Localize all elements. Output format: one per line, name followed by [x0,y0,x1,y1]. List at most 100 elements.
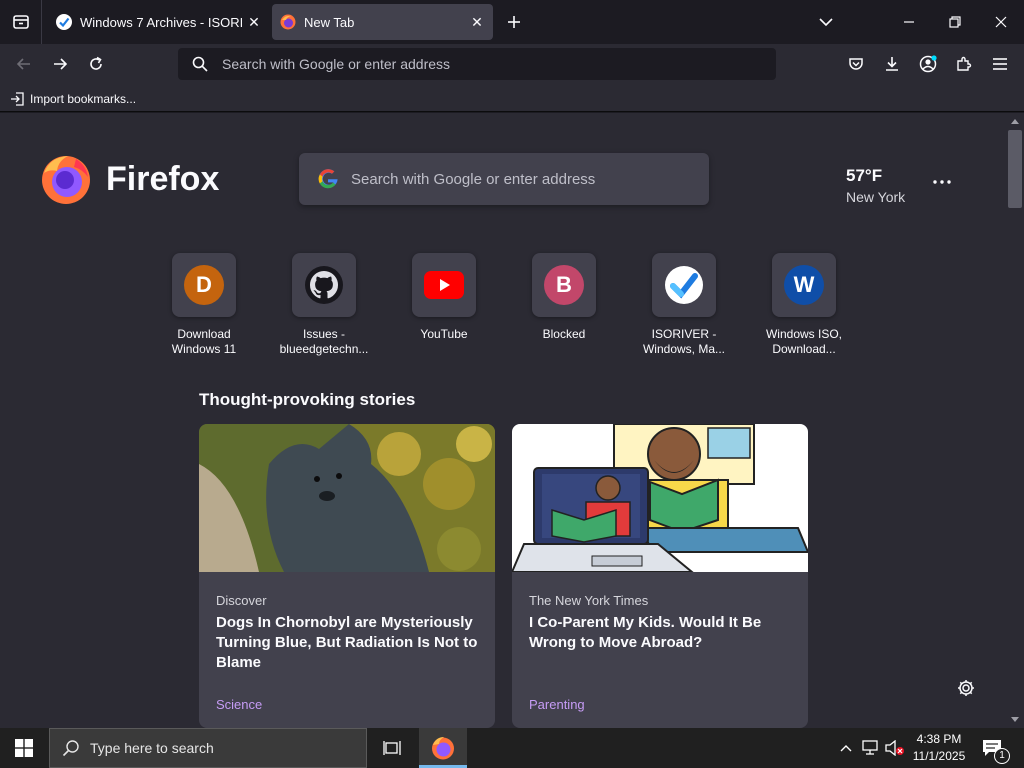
close-tab-icon[interactable]: ✕ [242,14,266,31]
shortcut-tile[interactable] [652,253,716,317]
download-icon [886,57,898,71]
tab-new-tab[interactable]: New Tab ✕ [272,4,493,40]
shortcut-tile[interactable]: W [772,253,836,317]
chevron-down-icon [1011,717,1019,722]
firefox-wordmark: Firefox [106,160,220,198]
url-bar[interactable] [178,48,776,80]
taskbar-search-placeholder: Type here to search [90,740,214,756]
restore-button[interactable] [932,0,978,44]
taskbar-firefox-button[interactable] [419,728,467,768]
network-icon [862,740,878,755]
tab-title: New Tab [304,14,355,30]
pocket-button[interactable] [840,48,872,80]
scroll-down-button[interactable] [1008,714,1022,726]
downloads-button[interactable] [876,48,908,80]
shortcut-tile[interactable]: B [532,253,596,317]
account-icon [919,55,937,73]
close-window-button[interactable] [978,0,1024,44]
firefox-favicon-icon [280,14,296,30]
story-category[interactable]: Parenting [529,697,585,712]
arrow-right-icon [54,58,68,70]
account-button[interactable] [912,48,944,80]
github-icon [305,266,343,304]
story-source: The New York Times [529,593,649,608]
list-all-tabs-button[interactable] [812,8,840,36]
firefox-icon [432,737,454,760]
chevron-up-icon [840,745,852,752]
weather-menu-button[interactable] [930,172,954,192]
letter-d-icon: D [184,265,224,305]
shortcut-label: ISORIVER - Windows, Ma... [642,327,726,356]
shortcut-tile[interactable] [412,253,476,317]
extensions-button[interactable] [948,48,980,80]
forward-button[interactable] [44,48,76,80]
story-image-illustration [512,424,808,572]
minimize-icon [904,21,914,23]
taskbar-clock[interactable]: 4:38 PM 11/1/2025 [906,731,972,765]
scroll-up-button[interactable] [1008,115,1022,127]
tab-isoriver[interactable]: Windows 7 Archives - ISORIVER ✕ [48,4,266,40]
arrow-left-icon [16,58,30,70]
close-tab-icon[interactable]: ✕ [465,14,489,31]
close-icon [995,16,1007,28]
story-image-dogs [199,424,495,572]
tab-title: Windows 7 Archives - ISORIVER [80,14,242,30]
firefox-view-icon [12,15,29,29]
network-button[interactable] [860,738,882,758]
shortcut-label: Issues - blueedgetechn... [279,327,369,356]
import-bookmarks-label: Import bookmarks... [30,92,137,106]
personalize-button[interactable] [954,676,978,700]
notifications-button[interactable]: 1 [978,728,1018,768]
search-icon [62,740,79,757]
bookmarks-toolbar [0,84,1024,112]
url-input[interactable] [222,48,762,80]
shortcut-label: Windows ISO, Download... [765,327,843,356]
shortcut-tile[interactable]: D [172,253,236,317]
app-menu-button[interactable] [984,48,1016,80]
reload-button[interactable] [80,48,112,80]
more-dots-icon [933,180,951,184]
stories-heading: Thought-provoking stories [199,390,416,409]
minimize-button[interactable] [886,0,932,44]
story-source: Discover [216,593,267,608]
newtab-search-input[interactable] [351,153,691,205]
newtab-search-box[interactable] [299,153,709,205]
search-icon [192,56,208,72]
start-button[interactable] [0,728,48,768]
weather-location[interactable]: New York [846,189,905,205]
story-title[interactable]: Dogs In Chornobyl are Mysteriously Turni… [216,613,478,673]
import-icon [11,92,24,106]
plus-icon [508,16,520,28]
shortcut-label: YouTube [420,327,468,341]
shortcut-label: Blocked [542,327,586,341]
gear-icon [958,680,974,696]
isoriver-icon [665,266,703,304]
show-hidden-icons-button[interactable] [836,738,856,758]
task-view-button[interactable] [370,728,416,768]
new-tab-page [0,113,1006,728]
clock-time: 4:38 PM [916,732,962,746]
letter-w-icon: W [784,265,824,305]
firefox-view-button[interactable] [0,0,42,44]
firefox-logo-icon [42,156,90,204]
story-card-chornobyl-dogs[interactable]: Discover Dogs In Chornobyl are Mysteriou… [199,424,495,728]
volume-button[interactable] [884,738,906,758]
notification-count-badge: 1 [994,748,1010,764]
taskbar-search-box[interactable]: Type here to search [49,728,367,768]
back-button[interactable] [8,48,40,80]
scrollbar-thumb[interactable] [1008,130,1022,208]
clock-date: 11/1/2025 [912,749,966,763]
chevron-up-icon [1011,119,1019,124]
story-card-co-parent[interactable]: The New York Times I Co-Parent My Kids. … [512,424,808,728]
weather-temperature[interactable]: 57°F [846,166,882,186]
import-bookmarks-button[interactable]: Import bookmarks... [10,90,136,108]
shortcut-tile[interactable] [292,253,356,317]
story-title[interactable]: I Co-Parent My Kids. Would It Be Wrong t… [529,613,791,653]
reload-icon [90,56,102,70]
isoriver-favicon-icon [56,14,72,30]
new-tab-button[interactable] [500,8,528,36]
story-category[interactable]: Science [216,697,262,712]
google-icon [318,169,338,189]
task-view-icon [383,741,401,755]
pocket-icon [849,58,863,70]
